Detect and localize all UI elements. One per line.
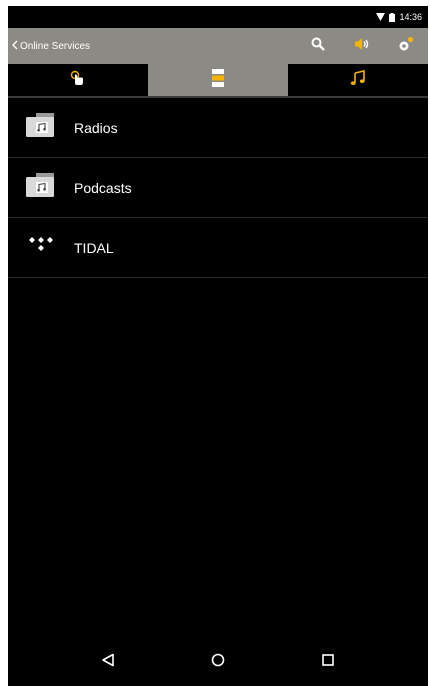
system-nav-bar (8, 638, 428, 686)
touch-icon (69, 69, 87, 92)
recents-square-icon (322, 653, 334, 671)
tidal-logo-icon (27, 235, 55, 260)
back-triangle-icon (101, 653, 115, 672)
tab-sources[interactable] (148, 64, 288, 96)
tab-bar (8, 64, 428, 96)
status-bar: 14:36 (8, 6, 428, 28)
search-button[interactable] (296, 28, 340, 64)
app-bar: Online Services (8, 28, 428, 64)
list-item-label: Radios (74, 119, 118, 136)
list-item-radios[interactable]: Radios (8, 98, 428, 158)
list-item-podcasts[interactable]: Podcasts (8, 158, 428, 218)
sources-icon (212, 68, 224, 92)
nav-back-button[interactable] (88, 642, 128, 682)
battery-icon (389, 12, 396, 22)
music-note-icon (350, 69, 366, 91)
device-screen: 14:36 Online Services Radios Podcasts TI… (8, 6, 428, 686)
volume-button[interactable] (340, 28, 384, 64)
nav-recents-button[interactable] (308, 642, 348, 682)
page-title: Online Services (20, 40, 91, 52)
list-item-tidal[interactable]: TIDAL (8, 218, 428, 278)
wifi-icon (376, 13, 386, 21)
podcast-folder-icon (26, 173, 56, 202)
tab-music[interactable] (288, 64, 428, 96)
volume-icon (354, 37, 370, 56)
home-circle-icon (211, 653, 225, 672)
list-item-label: TIDAL (74, 239, 114, 256)
back-button[interactable]: Online Services (8, 28, 90, 64)
settings-button[interactable] (384, 28, 428, 64)
settings-icon (398, 36, 414, 57)
services-list: Radios Podcasts TIDAL (8, 98, 428, 278)
status-time: 14:36 (399, 12, 422, 22)
list-item-label: Podcasts (74, 179, 132, 196)
nav-home-button[interactable] (198, 642, 238, 682)
chevron-left-icon (12, 40, 20, 53)
tab-touch[interactable] (8, 64, 148, 96)
search-icon (311, 37, 325, 56)
radio-folder-icon (26, 113, 56, 142)
